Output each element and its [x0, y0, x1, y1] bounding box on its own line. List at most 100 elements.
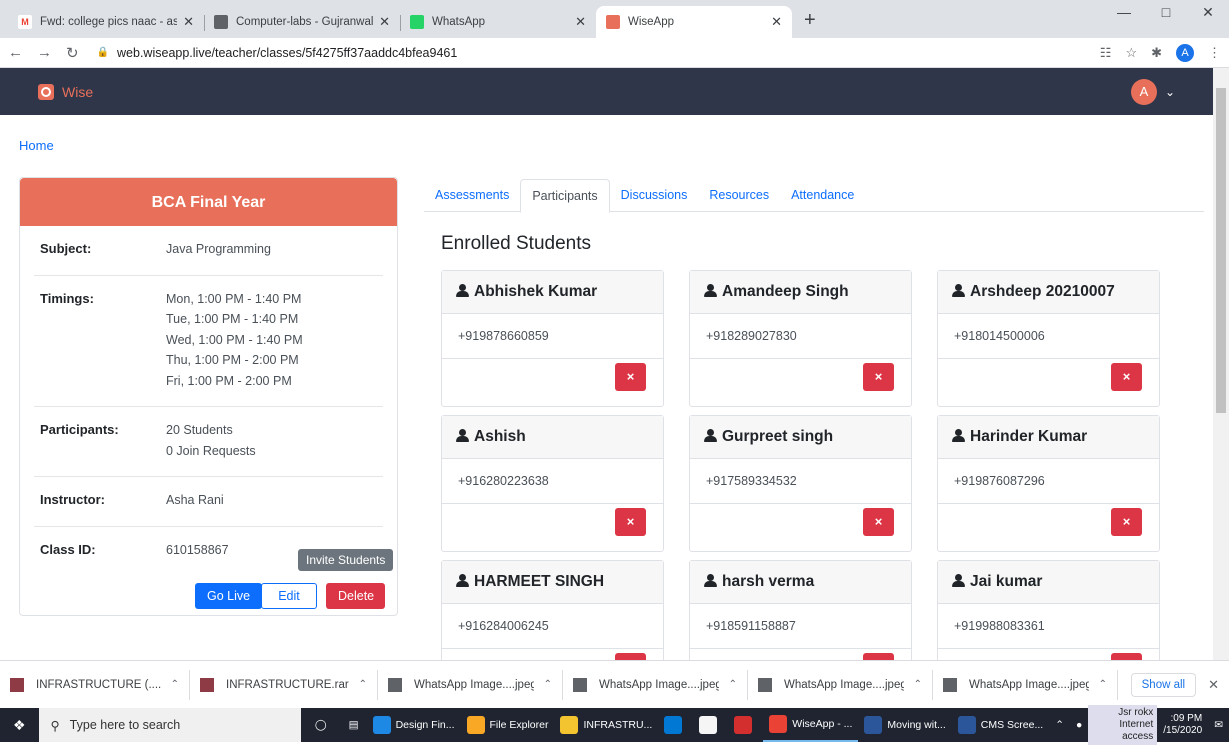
remove-student-button[interactable]: ×	[1111, 508, 1142, 536]
tab-title: WiseApp	[628, 16, 675, 28]
translate-icon[interactable]: ☷	[1100, 45, 1112, 61]
taskbar-app[interactable]	[728, 708, 763, 742]
taskbar-app-label: File Explorer	[489, 719, 549, 731]
class-info-card: BCA Final Year Subject: Java Programming T…	[19, 177, 398, 616]
go-live-button[interactable]: Go Live	[195, 583, 263, 609]
close-tab-icon[interactable]: ✕	[379, 14, 390, 30]
user-icon	[952, 284, 965, 297]
chevron-up-icon[interactable]: ⌃	[544, 679, 552, 690]
taskbar-app[interactable]	[693, 708, 728, 742]
breadcrumb-home[interactable]: Home	[19, 138, 54, 153]
chevron-down-icon[interactable]: ⌄	[1165, 85, 1175, 99]
browser-profile-avatar[interactable]: A	[1176, 43, 1194, 62]
address-bar[interactable]: 🔒 web.wiseapp.live/teacher/classes/5f427…	[97, 46, 458, 60]
task-view-icon[interactable]: ▤	[341, 708, 367, 742]
delete-button[interactable]: Delete	[326, 583, 385, 609]
new-tab-button[interactable]: +	[792, 9, 828, 38]
taskbar-app[interactable]: CMS Scree...	[952, 708, 1049, 742]
remove-student-button[interactable]: ×	[863, 508, 894, 536]
chevron-up-icon[interactable]: ⌃	[171, 679, 179, 690]
notifications-icon[interactable]: ✉	[1208, 708, 1229, 742]
bookmark-star-icon[interactable]: ☆	[1125, 45, 1137, 61]
tab-discussions[interactable]: Discussions	[610, 179, 699, 212]
downloads-bar: INFRASTRUCTURE (....rar⌃INFRASTRUCTURE.r…	[0, 660, 1229, 708]
browser-tab[interactable]: Computer-labs - Gujranwala Guru ✕	[204, 6, 400, 38]
tab-resources[interactable]: Resources	[698, 179, 780, 212]
network-status[interactable]: Jsr rokx Internet access	[1088, 705, 1158, 745]
download-item[interactable]: INFRASTRUCTURE.rar ⌃	[190, 669, 378, 700]
tab-attendance[interactable]: Attendance	[780, 179, 865, 212]
invite-students-button[interactable]: Invite Students	[298, 549, 394, 571]
show-all-downloads-button[interactable]: Show all	[1130, 672, 1197, 697]
extensions-icon[interactable]: ✱	[1151, 45, 1162, 61]
user-avatar[interactable]: A	[1130, 78, 1157, 105]
user-icon	[952, 574, 965, 587]
cortana-icon[interactable]: ◯	[301, 708, 341, 742]
remove-student-button[interactable]: ×	[1111, 363, 1142, 391]
maximize-icon[interactable]: □	[1145, 4, 1187, 21]
close-tab-icon[interactable]: ✕	[183, 14, 194, 30]
app-icon	[372, 716, 391, 734]
window-controls: — □ ✕	[1103, 4, 1229, 21]
taskbar-app[interactable]: File Explorer	[461, 708, 555, 742]
page-scrollbar[interactable]	[1213, 68, 1229, 660]
tab-assessments[interactable]: Assessments	[424, 179, 520, 212]
user-icon	[456, 429, 469, 442]
remove-student-button[interactable]: ×	[863, 363, 894, 391]
download-item[interactable]: WhatsApp Image....jpeg ⌃	[748, 669, 933, 700]
app-icon	[560, 716, 579, 734]
bluetooth-icon[interactable]: ●	[1070, 708, 1088, 742]
browser-menu-icon[interactable]: ⋮	[1208, 45, 1221, 61]
student-card: Gurpreet singh +917589334532 ×	[689, 415, 912, 552]
download-item[interactable]: WhatsApp Image....jpeg ⌃	[563, 669, 748, 700]
close-tab-icon[interactable]: ✕	[575, 14, 586, 30]
download-item[interactable]: WhatsApp Image....jpeg ⌃	[933, 669, 1118, 700]
forward-arrow-icon[interactable]: →	[37, 44, 52, 61]
taskbar-app[interactable]: INFRASTRU...	[554, 708, 658, 742]
url-text: web.wiseapp.live/teacher/classes/5f4275f…	[117, 45, 458, 60]
edit-button[interactable]: Edit	[261, 583, 317, 609]
close-downloads-icon[interactable]: ✕	[1208, 677, 1219, 693]
remove-student-button[interactable]: ×	[615, 508, 646, 536]
taskbar-app[interactable]: Moving wit...	[858, 708, 951, 742]
remove-student-button[interactable]: ×	[615, 363, 646, 391]
close-window-icon[interactable]: ✕	[1187, 4, 1229, 21]
chevron-up-icon[interactable]: ⌃	[914, 679, 922, 690]
chevron-up-icon[interactable]: ⌃	[1099, 679, 1107, 690]
tab-favicon-icon	[606, 15, 620, 29]
taskbar-app[interactable]: WiseApp - ...	[763, 708, 859, 742]
chevron-up-icon[interactable]: ⌃	[729, 679, 737, 690]
wise-logo-icon[interactable]	[38, 83, 54, 100]
chevron-up-icon[interactable]: ⌃	[359, 679, 367, 690]
taskbar-app[interactable]: Design Fin...	[367, 708, 461, 742]
browser-tab[interactable]: WiseApp ✕	[596, 6, 792, 38]
search-icon: ⚲	[50, 718, 60, 733]
back-arrow-icon[interactable]: ←	[8, 44, 23, 61]
system-clock[interactable]: :09 PM /15/2020	[1157, 713, 1208, 737]
app-icon	[734, 716, 753, 734]
info-value: Asha Rani	[166, 493, 224, 507]
minimize-icon[interactable]: —	[1103, 4, 1145, 21]
student-name: Arshdeep 20210007	[938, 271, 1159, 314]
browser-tab[interactable]: M Fwd: college pics naac - asharani ✕	[8, 6, 204, 38]
scrollbar-thumb[interactable]	[1216, 88, 1226, 413]
info-value: Java Programming	[166, 242, 271, 256]
download-filename: INFRASTRUCTURE (....rar	[36, 678, 161, 691]
download-item[interactable]: WhatsApp Image....jpeg ⌃	[378, 669, 563, 700]
close-tab-icon[interactable]: ✕	[771, 14, 782, 30]
taskbar-app[interactable]	[658, 708, 693, 742]
tray-chevron-up-icon[interactable]: ⌃	[1049, 708, 1070, 742]
tab-participants[interactable]: Participants	[520, 179, 610, 213]
app-icon	[699, 716, 718, 734]
windows-taskbar: ❖ ⚲ Type here to search ◯ ▤ Design Fin..…	[0, 705, 1229, 745]
tab-title: Fwd: college pics naac - asharani	[40, 16, 178, 28]
file-icon	[943, 677, 957, 692]
taskbar-search-input[interactable]: ⚲ Type here to search	[38, 708, 301, 742]
windows-start-icon[interactable]: ❖	[0, 717, 39, 734]
reload-icon[interactable]: ↻	[66, 44, 79, 62]
brand-name[interactable]: Wise	[62, 84, 93, 100]
browser-tab[interactable]: WhatsApp ✕	[400, 6, 596, 38]
download-item[interactable]: INFRASTRUCTURE (....rar ⌃	[0, 669, 190, 700]
info-value: Mon, 1:00 PM - 1:40 PM Tue, 1:00 PM - 1:…	[166, 291, 303, 388]
app-icon	[957, 716, 976, 734]
